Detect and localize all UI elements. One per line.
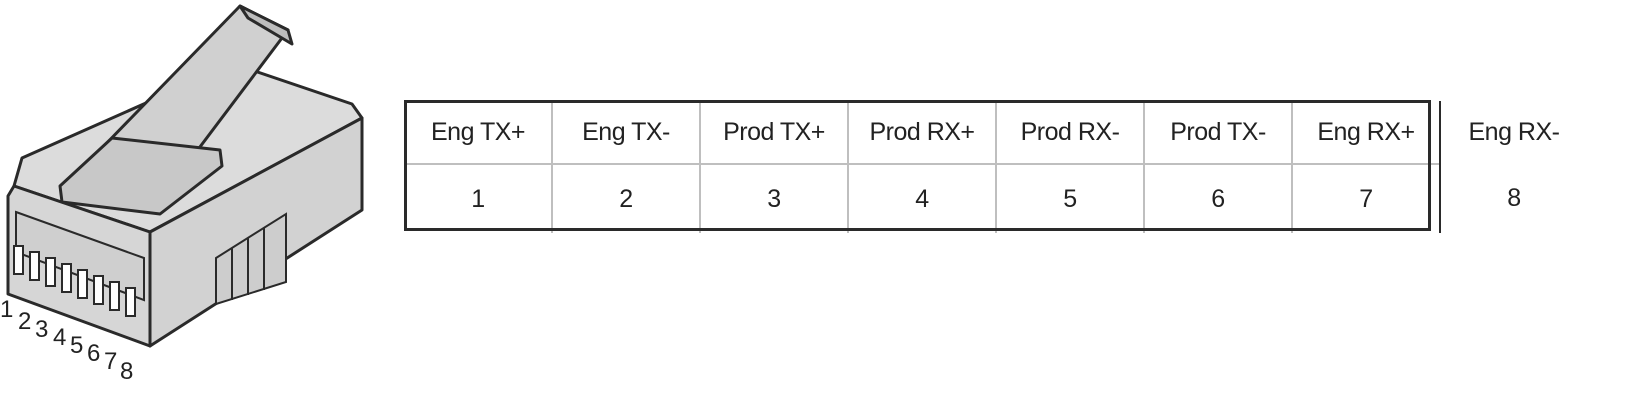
pin-cell-8: 8	[1439, 164, 1587, 233]
pin-number-5: 5	[70, 332, 84, 359]
signal-cell-6: Prod TX-	[1143, 101, 1292, 164]
pin-cell-2: 2	[551, 163, 700, 233]
signal-cell-4: Prod RX+	[847, 101, 996, 164]
pin-cell-1: 1	[405, 163, 552, 233]
pin-number-4: 4	[53, 324, 67, 351]
pin-cell-4: 4	[847, 163, 996, 233]
signal-cell-7: Eng RX+	[1291, 101, 1440, 164]
pin-number-7: 7	[104, 348, 118, 375]
pin-number-3: 3	[35, 316, 49, 343]
pin-cell-6: 6	[1143, 163, 1292, 233]
signal-cell-8: Eng RX-	[1439, 101, 1587, 164]
signal-cell-1: Eng TX+	[430, 117, 526, 146]
pin-cell-7: 7	[1291, 163, 1440, 233]
signal-cell-5: Prod RX-	[995, 101, 1144, 164]
pin-row: 1 2 3 4 5 6 7 8	[405, 163, 1587, 233]
pin-number-2: 2	[18, 308, 32, 335]
pin-cell-3: 3	[699, 163, 848, 233]
signal-row: Eng TX+ Eng TX- Prod TX+ Prod RX+ Prod R…	[405, 101, 1587, 164]
pin-number-1: 1	[0, 296, 14, 323]
pinout-table: Eng TX+ Eng TX- Prod TX+ Prod RX+ Prod R…	[405, 101, 1587, 233]
signal-cell-3: Prod TX+	[699, 101, 848, 164]
pin-cell-5: 5	[995, 163, 1144, 233]
pin-number-8: 8	[120, 358, 134, 385]
signal-cell-2: Eng TX-	[551, 101, 700, 164]
pin-number-6: 6	[87, 340, 101, 367]
